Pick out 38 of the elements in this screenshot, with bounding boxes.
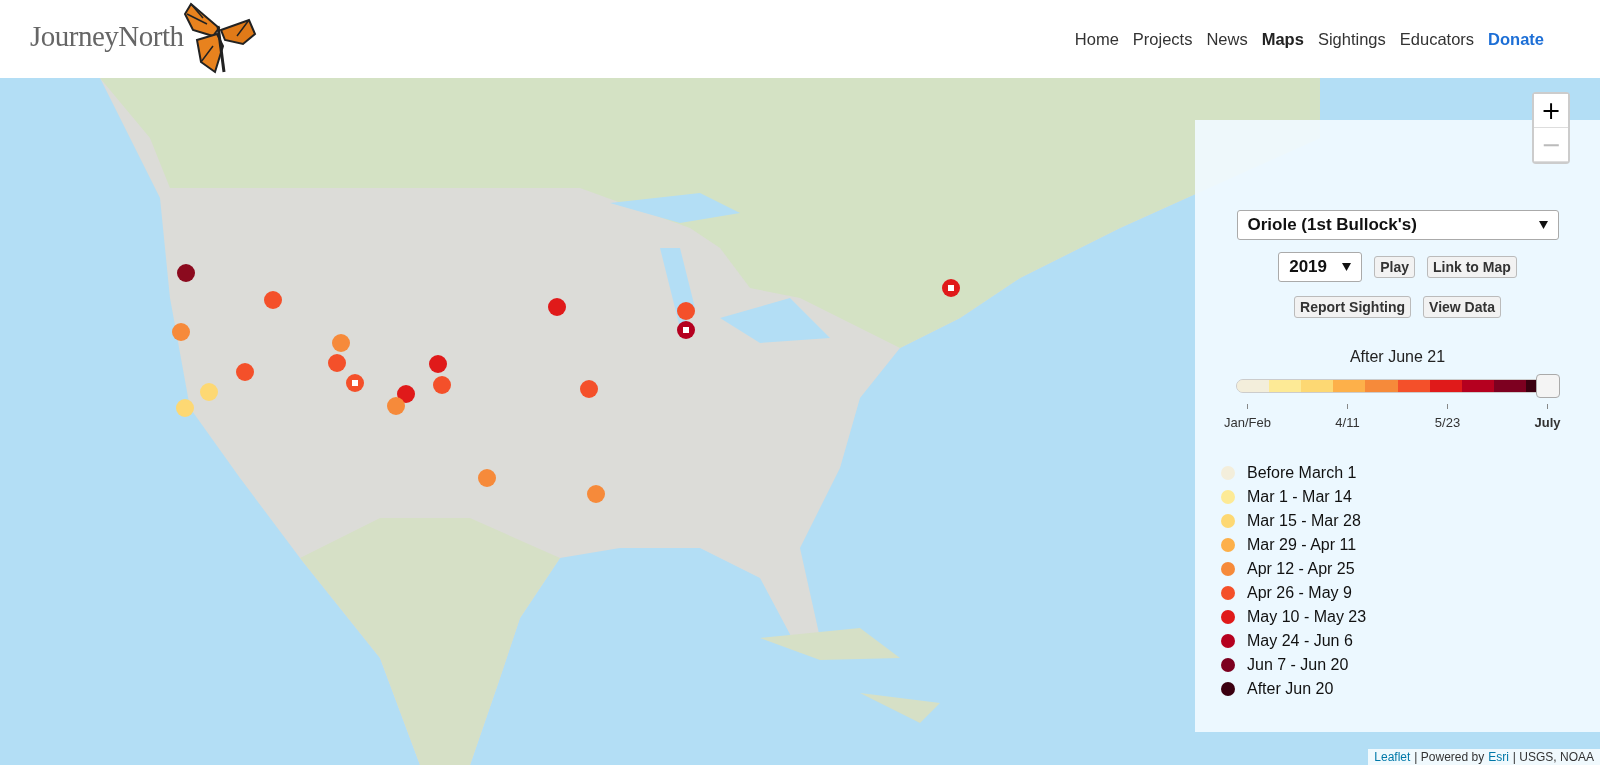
link-to-map-button[interactable]: Link to Map [1427,256,1517,278]
legend-label: May 24 - Jun 6 [1247,632,1353,650]
attribution-link[interactable]: Leaflet [1374,750,1411,764]
slider-thumb[interactable] [1535,374,1560,398]
nav-link[interactable]: Projects [1132,29,1193,49]
caret-icon [1342,263,1352,271]
legend-label: Mar 15 - Mar 28 [1247,512,1361,530]
nav-link[interactable]: Home [1074,29,1119,49]
nav-link[interactable]: Maps [1261,29,1304,49]
legend-label: Mar 1 - Mar 14 [1247,488,1352,506]
play-button[interactable]: Play [1374,256,1415,278]
legend-label: Jun 7 - Jun 20 [1247,656,1349,674]
attribution-link[interactable]: Esri [1488,750,1509,764]
nav-link[interactable]: Sightings [1317,29,1386,49]
nav-link[interactable]: Donate [1488,29,1544,49]
tick-label: 4/11 [1335,415,1360,430]
nav-link[interactable]: News [1206,29,1248,49]
report-sighting-button[interactable]: Report Sighting [1294,296,1412,318]
legend-label: Apr 26 - May 9 [1247,584,1352,602]
tick-label: July [1534,415,1561,430]
legend-label: Before March 1 [1247,464,1357,482]
legend-label: Apr 12 - Apr 25 [1247,560,1355,578]
legend-label: After Jun 20 [1247,680,1334,698]
view-data-button[interactable]: View Data [1423,296,1501,318]
year-select[interactable]: 2019 [1278,252,1363,282]
attribution-text: | Powered by [1414,750,1485,764]
legend-label: May 10 - May 23 [1247,608,1367,626]
attribution-text: | USGS, NOAA [1512,750,1594,764]
tick-label: Jan/Feb [1224,415,1271,430]
tick-label: 5/23 [1434,415,1461,430]
period-label: After June 21 [1349,348,1446,366]
legend-label: Mar 29 - Apr 11 [1247,536,1357,554]
caret-icon [1538,221,1548,229]
date-slider[interactable] [1235,374,1560,398]
zoom-in-button[interactable]: + [1534,94,1568,128]
nav-link[interactable]: Educators [1399,29,1475,49]
logo-text[interactable]: JourneyNorth [30,20,184,53]
species-select[interactable]: Oriole (1st Bullock's) [1236,210,1559,240]
